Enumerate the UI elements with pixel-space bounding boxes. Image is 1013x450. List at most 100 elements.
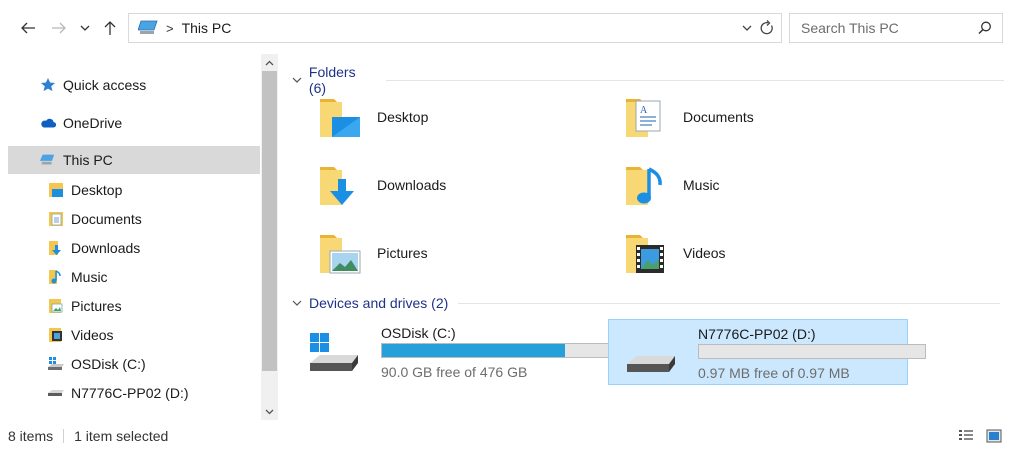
search-icon[interactable] (978, 21, 992, 35)
scroll-thumb[interactable] (262, 71, 277, 371)
chevron-down-icon (292, 77, 302, 83)
back-button[interactable] (14, 16, 42, 40)
drive-name: OSDisk (C:) (381, 325, 456, 341)
documents-folder-icon: A (622, 93, 670, 141)
recent-locations-button[interactable] (76, 16, 94, 40)
search-input[interactable] (799, 19, 973, 37)
drive-usage-bar (698, 344, 926, 359)
nav-label: Documents (71, 211, 142, 227)
arrow-left-icon (21, 22, 35, 34)
nav-downloads[interactable]: Downloads (8, 234, 260, 262)
drives-group-header[interactable]: Devices and drives (2) (292, 295, 1004, 311)
nav-scrollbar[interactable] (261, 54, 278, 420)
nav-documents[interactable]: Documents (8, 205, 260, 233)
nav-label: Quick access (63, 77, 147, 93)
breadcrumb-separator: > (166, 20, 174, 36)
chevron-down-icon[interactable] (741, 21, 753, 35)
chevron-up-icon (265, 60, 274, 65)
downloads-folder-icon (48, 240, 64, 256)
downloads-folder-icon (316, 161, 364, 209)
nav-label: Desktop (71, 182, 123, 198)
folder-name: Music (683, 177, 720, 193)
folder-desktop[interactable]: Desktop (286, 86, 576, 148)
chevron-down-icon (292, 300, 302, 306)
folder-name: Downloads (377, 177, 447, 193)
nav-n7776c-drive[interactable]: N7776C-PP02 (D:) (8, 379, 260, 407)
music-folder-icon (48, 269, 64, 285)
star-icon (40, 77, 56, 93)
folder-pictures[interactable]: Pictures (286, 222, 576, 284)
folder-name: Videos (683, 245, 726, 261)
chevron-down-icon (265, 409, 274, 414)
scroll-up-button[interactable] (261, 54, 278, 71)
search-box[interactable] (789, 13, 1003, 43)
videos-folder-icon (48, 327, 64, 343)
drive-osdisk-c[interactable]: OSDisk (C:) 90.0 GB free of 476 GB (292, 319, 609, 385)
music-folder-icon (622, 161, 670, 209)
drive-usage-bar (381, 343, 609, 358)
refresh-icon[interactable] (759, 19, 775, 37)
content-pane: Folders (6) Desktop A Documents Download… (280, 54, 1013, 420)
item-count: 8 items (8, 428, 54, 444)
drive-icon (625, 334, 675, 379)
drive-free-space: 0.97 MB free of 0.97 MB (698, 365, 850, 381)
status-bar: 8 items 1 item selected (0, 422, 1013, 450)
selection-count: 1 item selected (74, 428, 169, 444)
folder-videos[interactable]: Videos (592, 222, 882, 284)
windows-drive-icon (308, 333, 358, 378)
nav-label: Pictures (71, 298, 122, 314)
address-bar[interactable]: > This PC (128, 13, 782, 43)
nav-label: Downloads (71, 240, 141, 256)
computer-icon (40, 152, 56, 168)
pictures-folder-icon (48, 298, 64, 314)
desktop-folder-icon (48, 182, 64, 198)
status-separator (63, 429, 65, 443)
nav-this-pc[interactable]: This PC (8, 146, 260, 174)
nav-videos[interactable]: Videos (8, 321, 260, 349)
folder-name: Documents (683, 109, 754, 125)
nav-quick-access[interactable]: Quick access (8, 71, 260, 99)
details-view-icon[interactable] (958, 429, 974, 443)
nav-label: OSDisk (C:) (71, 356, 146, 372)
up-button[interactable] (98, 16, 122, 40)
nav-desktop[interactable]: Desktop (8, 176, 260, 204)
large-icons-view-icon[interactable] (986, 429, 1002, 443)
arrow-right-icon (52, 22, 66, 34)
windows-drive-icon (48, 356, 64, 372)
nav-label: Videos (71, 327, 114, 343)
computer-icon (138, 20, 158, 34)
breadcrumb-this-pc[interactable]: This PC (182, 20, 232, 36)
group-divider (386, 79, 1004, 81)
chevron-down-icon (80, 25, 90, 31)
videos-folder-icon (622, 229, 670, 277)
svg-text:A: A (640, 105, 648, 116)
navigation-pane: Quick access OneDrive This PC Desktop Do… (0, 54, 262, 420)
nav-osdisk[interactable]: OSDisk (C:) (8, 350, 260, 378)
group-divider (458, 302, 1001, 304)
drive-usage-fill (382, 344, 566, 357)
nav-music[interactable]: Music (8, 263, 260, 291)
desktop-folder-icon (316, 93, 364, 141)
forward-button[interactable] (45, 16, 73, 40)
cloud-icon (40, 115, 56, 131)
documents-folder-icon (48, 211, 64, 227)
folder-downloads[interactable]: Downloads (286, 154, 576, 216)
nav-onedrive[interactable]: OneDrive (8, 109, 260, 137)
drive-n7776c-d[interactable]: N7776C-PP02 (D:) 0.97 MB free of 0.97 MB (608, 319, 926, 385)
nav-label: OneDrive (63, 115, 123, 131)
address-toolbar: > This PC (0, 0, 1013, 54)
folder-name: Desktop (377, 109, 429, 125)
nav-label: This PC (63, 152, 113, 168)
drive-name: N7776C-PP02 (D:) (698, 326, 816, 342)
nav-label: Music (71, 269, 108, 285)
nav-pictures[interactable]: Pictures (8, 292, 260, 320)
scroll-down-button[interactable] (261, 403, 278, 420)
nav-label: N7776C-PP02 (D:) (71, 385, 189, 401)
folder-music[interactable]: Music (592, 154, 882, 216)
arrow-up-icon (104, 21, 116, 35)
drive-free-space: 90.0 GB free of 476 GB (381, 364, 528, 380)
folder-documents[interactable]: A Documents (592, 86, 882, 148)
drive-icon (48, 385, 64, 401)
folder-name: Pictures (377, 245, 428, 261)
group-title: Devices and drives (2) (309, 295, 449, 311)
